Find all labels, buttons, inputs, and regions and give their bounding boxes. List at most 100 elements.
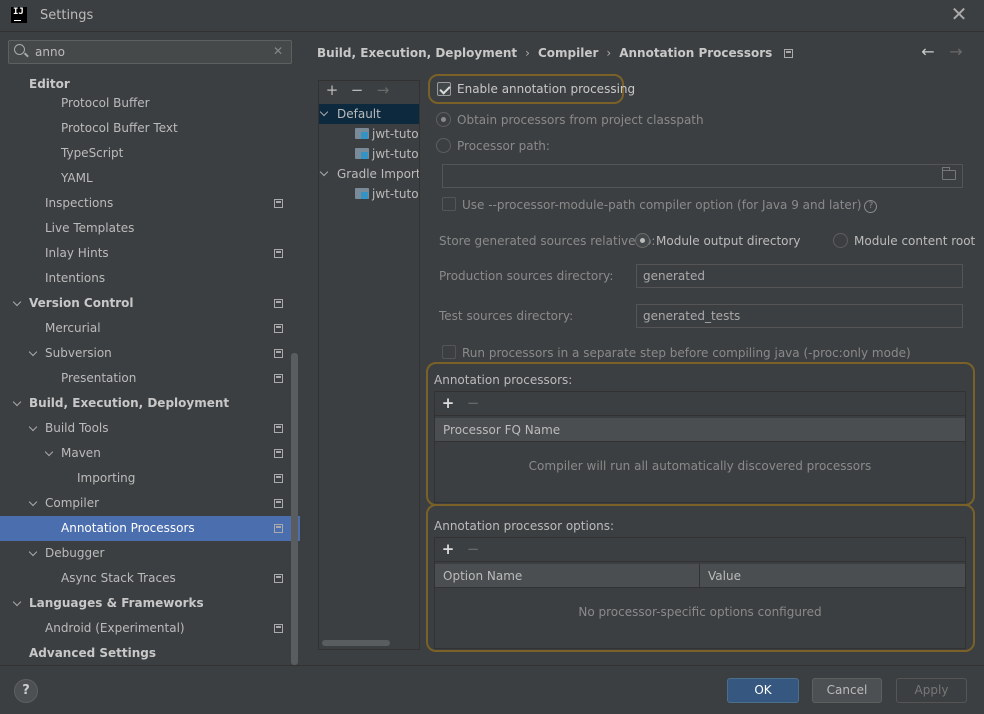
sidebar-item-label: Inlay Hints: [45, 246, 109, 260]
sidebar-scrollbar[interactable]: [291, 353, 298, 665]
breadcrumb-item[interactable]: Build, Execution, Deployment: [317, 46, 517, 60]
apply-button[interactable]: Apply: [896, 678, 967, 703]
module-icon: [355, 188, 369, 200]
sidebar-item[interactable]: Inspections: [0, 191, 300, 216]
enable-processing-checkbox[interactable]: [437, 82, 451, 96]
profile-gradle-imported[interactable]: Gradle Imported: [319, 164, 419, 184]
sidebar-item-label: Protocol Buffer Text: [61, 121, 178, 135]
add-option-button[interactable]: +: [441, 541, 455, 557]
chevron-down-icon[interactable]: [12, 391, 22, 416]
clear-search-icon[interactable]: ✕: [273, 44, 283, 58]
enable-processing-label: Enable annotation processing: [457, 82, 636, 96]
project-scope-icon: [274, 524, 283, 533]
sidebar-item[interactable]: Version Control: [0, 291, 300, 316]
project-scope-icon: [274, 199, 283, 208]
sidebar-item[interactable]: Compiler: [0, 491, 300, 516]
remove-processor-button[interactable]: −: [466, 395, 480, 411]
profile-module[interactable]: jwt-tutorial: [319, 124, 419, 144]
project-scope-icon: [274, 249, 283, 258]
chevron-down-icon[interactable]: [12, 591, 22, 616]
browse-folder-button[interactable]: [942, 164, 962, 188]
sidebar-item[interactable]: Build, Execution, Deployment: [0, 391, 300, 416]
sidebar-item[interactable]: TypeScript: [0, 141, 300, 166]
move-profile-button[interactable]: →: [376, 82, 390, 98]
chevron-down-icon[interactable]: [12, 291, 22, 316]
sidebar-item[interactable]: Live Templates: [0, 216, 300, 241]
profiles-scrollbar[interactable]: [322, 640, 390, 646]
close-icon[interactable]: ✕: [949, 3, 969, 25]
profile-default[interactable]: Default: [319, 104, 419, 124]
chevron-down-icon[interactable]: [28, 491, 38, 516]
chevron-down-icon[interactable]: [319, 164, 329, 184]
sidebar-item-label: Build, Execution, Deployment: [29, 396, 230, 410]
add-profile-button[interactable]: +: [325, 82, 339, 98]
ok-button[interactable]: OK: [727, 678, 799, 703]
test-dir-label: Test sources directory:: [439, 309, 574, 323]
project-scope-icon: [784, 49, 794, 58]
intellij-logo-icon: IJ: [11, 7, 27, 23]
sidebar-item[interactable]: Intentions: [0, 266, 300, 291]
module-path-checkbox[interactable]: [442, 197, 456, 211]
sidebar-item[interactable]: Languages & Frameworks: [0, 591, 300, 616]
sidebar-item[interactable]: Build Tools: [0, 416, 300, 441]
project-scope-icon: [274, 299, 283, 308]
sidebar-item-label: Intentions: [45, 271, 106, 285]
sidebar-item-label: Compiler: [45, 496, 100, 510]
profile-module[interactable]: jwt-tutorial: [319, 184, 419, 204]
sidebar-item[interactable]: Async Stack Traces: [0, 566, 300, 591]
test-dir-input[interactable]: generated_tests: [636, 304, 963, 328]
help-icon[interactable]: ?: [864, 200, 878, 213]
processors-empty-text: Compiler will run all automatically disc…: [528, 459, 872, 473]
chevron-down-icon[interactable]: [44, 441, 54, 466]
project-scope-icon: [274, 424, 283, 433]
sidebar-item[interactable]: Mercurial: [0, 316, 300, 341]
module-output-radio[interactable]: [635, 233, 650, 248]
option-value-column[interactable]: Value: [700, 564, 965, 588]
processor-path-radio[interactable]: [436, 138, 451, 153]
remove-option-button[interactable]: −: [466, 541, 480, 557]
prod-dir-input[interactable]: generated: [636, 264, 963, 288]
sidebar-item[interactable]: Protocol Buffer Text: [0, 116, 300, 141]
sidebar-item[interactable]: Subversion: [0, 341, 300, 366]
run-separate-checkbox[interactable]: [442, 345, 456, 359]
run-separate-label: Run processors in a separate step before…: [462, 346, 911, 360]
remove-profile-button[interactable]: −: [350, 82, 364, 98]
cancel-button[interactable]: Cancel: [812, 678, 882, 703]
sidebar-item[interactable]: Maven: [0, 441, 300, 466]
sidebar-item-label: Inspections: [45, 196, 114, 210]
chevron-down-icon[interactable]: [319, 104, 329, 124]
sidebar-item[interactable]: YAML: [0, 166, 300, 191]
obtain-classpath-label: Obtain processors from project classpath: [457, 113, 704, 127]
sidebar-item[interactable]: Protocol Buffer: [0, 91, 300, 116]
obtain-classpath-radio[interactable]: [436, 112, 451, 127]
sidebar-item[interactable]: Debugger: [0, 541, 300, 566]
processor-name-column[interactable]: Processor FQ Name: [435, 418, 965, 442]
chevron-down-icon[interactable]: [28, 541, 38, 566]
option-name-column[interactable]: Option Name: [435, 564, 700, 588]
back-arrow-icon[interactable]: ←: [918, 42, 938, 61]
sidebar-item[interactable]: Annotation Processors: [0, 516, 300, 541]
sidebar-item[interactable]: Importing: [0, 466, 300, 491]
processor-path-field[interactable]: [442, 164, 963, 188]
processors-toolbar: + −: [435, 392, 965, 416]
add-processor-button[interactable]: +: [441, 395, 455, 411]
chevron-down-icon[interactable]: [28, 416, 38, 441]
sidebar-item-label: Subversion: [45, 346, 112, 360]
chevron-down-icon[interactable]: [28, 341, 38, 366]
sidebar-item-label: Protocol Buffer: [61, 96, 150, 110]
help-button[interactable]: ?: [14, 679, 38, 703]
search-input[interactable]: anno ✕: [8, 40, 292, 64]
sidebar-item-label: Languages & Frameworks: [29, 596, 204, 610]
project-scope-icon: [274, 449, 283, 458]
forward-arrow-icon[interactable]: →: [946, 42, 966, 61]
sidebar-item[interactable]: Inlay Hints: [0, 241, 300, 266]
chevron-right-icon: ›: [606, 46, 612, 60]
sidebar-item-label: YAML: [61, 171, 93, 185]
sidebar-item[interactable]: Presentation: [0, 366, 300, 391]
sidebar-item[interactable]: Android (Experimental): [0, 616, 300, 641]
sidebar-item[interactable]: Advanced Settings: [0, 641, 300, 666]
profile-module[interactable]: jwt-tutorial: [319, 144, 419, 164]
module-content-radio[interactable]: [833, 233, 848, 248]
breadcrumb-item[interactable]: Compiler: [538, 46, 598, 60]
options-toolbar: + −: [435, 538, 965, 562]
